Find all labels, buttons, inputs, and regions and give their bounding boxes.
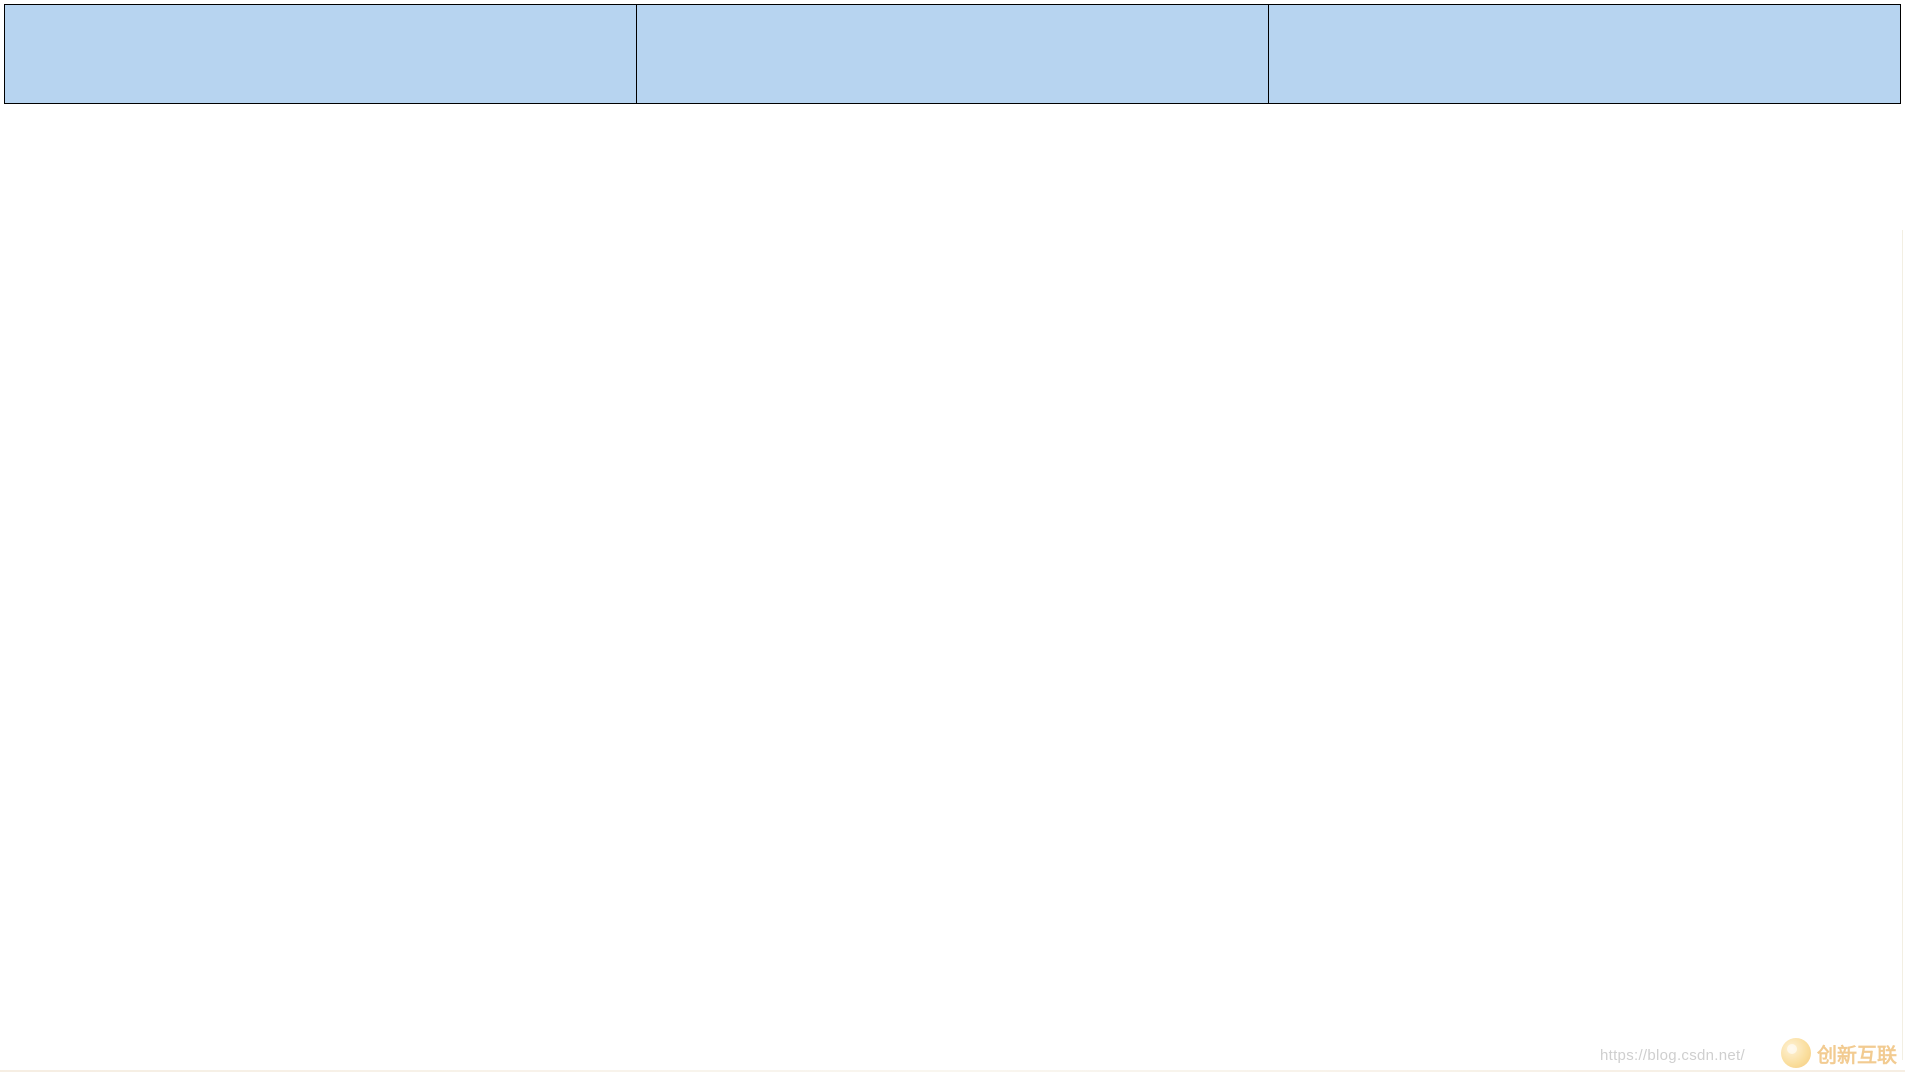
watermark-logo: 创新互联 <box>1781 1038 1897 1068</box>
watermark-logo-text: 创新互联 <box>1817 1039 1897 1068</box>
table-header-cell <box>636 4 1269 104</box>
table-header-cell <box>1268 4 1901 104</box>
brand-circle-icon <box>1781 1038 1811 1068</box>
table-header-cell <box>4 4 637 104</box>
table-empty-row <box>4 104 1901 116</box>
watermark-url: https://blog.csdn.net/ <box>1600 1047 1745 1064</box>
table-header-row <box>4 4 1901 104</box>
right-border-hairline <box>1902 230 1903 1060</box>
